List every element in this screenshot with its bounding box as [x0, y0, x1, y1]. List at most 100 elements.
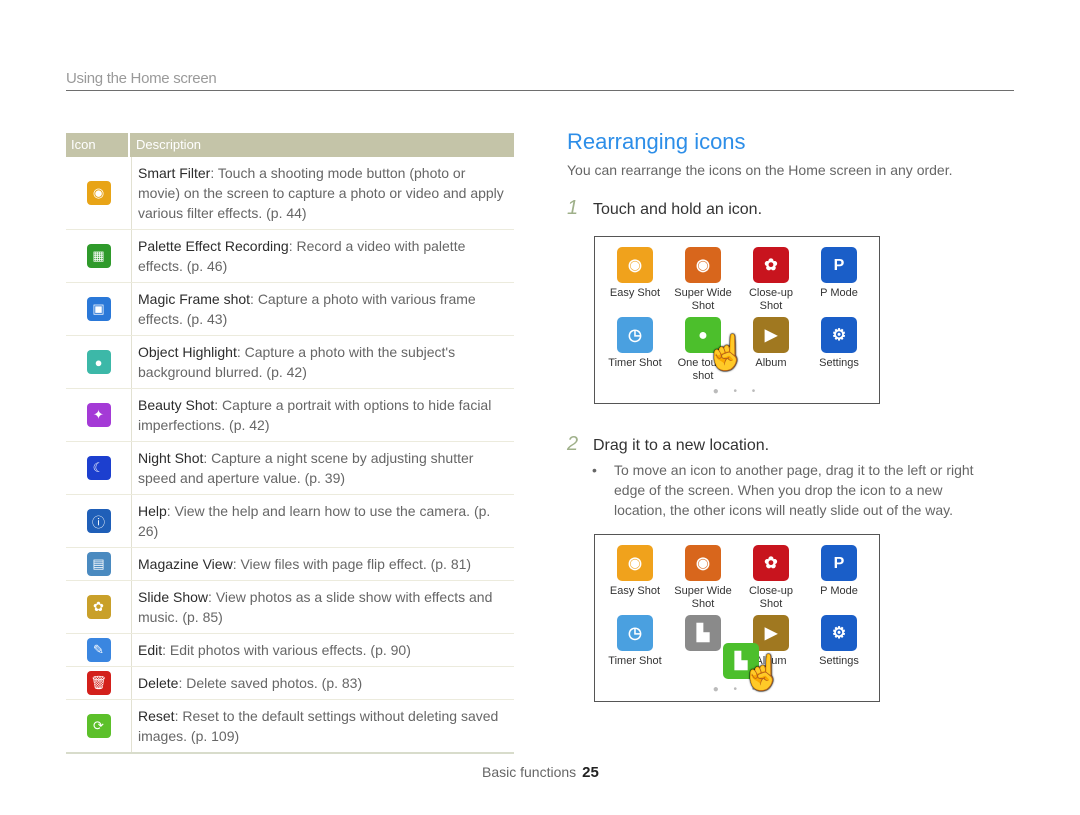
home-app-tile[interactable]: ◉ Super Wide Shot [669, 247, 737, 313]
home-app-tile[interactable]: ◷ Timer Shot [601, 317, 669, 370]
feature-name: Beauty Shot [138, 397, 215, 413]
home-app-tile[interactable]: ✿ Close-up Shot [737, 545, 805, 611]
reset-icon: ⟳ [86, 714, 111, 738]
night-shot-icon: ☾ [86, 456, 111, 480]
description-cell: Magic Frame shot: Capture a photo with v… [132, 283, 514, 335]
app-icon: ✿ [753, 247, 789, 283]
table-row: ⓘ Help: View the help and learn how to us… [66, 495, 514, 548]
edit-icon: ✎ [86, 638, 111, 662]
app-label: Easy Shot [609, 287, 661, 299]
app-icon: P [821, 247, 857, 283]
app-label: Super Wide Shot [674, 287, 732, 312]
feature-name: Smart Filter [138, 165, 211, 181]
description-cell: Help: View the help and learn how to use… [132, 495, 514, 547]
magazine-view-icon: ▤ [86, 552, 111, 576]
table-row: ✿ Slide Show: View photos as a slide show… [66, 581, 514, 634]
page-indicator: ● • • [712, 386, 762, 397]
app-label: Settings [819, 655, 859, 667]
icon-cell: ▣ [66, 283, 132, 335]
page-footer: Basic functions 25 [482, 764, 599, 781]
step-text: Drag it to a new location. [593, 437, 770, 454]
home-app-tile[interactable]: ✿ Close-up Shot [737, 247, 805, 313]
home-app-tile[interactable]: ⚙ Settings [805, 615, 873, 668]
app-icon: ▶ [753, 317, 789, 353]
table-row: ▦ Palette Effect Recording: Record a vide… [66, 230, 514, 283]
icon-cell: ✎ [66, 634, 132, 666]
app-label: Easy Shot [609, 585, 661, 597]
header-icon: Icon [66, 133, 130, 157]
app-label: Settings [819, 357, 859, 369]
bullet-text: To move an icon to another page, drag it… [614, 462, 974, 518]
table-row: 🗑 Delete: Delete saved photos. (p. 83) [66, 667, 514, 700]
description-cell: Slide Show: View photos as a slide show … [132, 581, 514, 633]
home-app-tile[interactable]: ⚙ Settings [805, 317, 873, 370]
table-row: ● Object Highlight: Capture a photo with … [66, 336, 514, 389]
touch-hand-icon: ☝ [741, 654, 784, 692]
app-icon: ⚙ [821, 615, 857, 651]
feature-name: Edit [138, 642, 163, 658]
icon-cell: ✿ [66, 581, 132, 633]
app-label: P Mode [820, 585, 858, 597]
feature-name: Palette Effect Recording [138, 238, 289, 254]
page-number: 25 [582, 764, 599, 781]
table-header: Icon Description [66, 133, 514, 157]
home-screen-illustration-2: ◉ Easy Shot ◉ Super Wide Shot ✿ Close-up Shot… [594, 534, 880, 702]
feature-name: Object Highlight [138, 344, 237, 360]
icon-cell: ● [66, 336, 132, 388]
description-cell: Reset: Reset to the default settings wit… [132, 700, 514, 752]
app-label: Close-up Shot [748, 287, 794, 312]
app-icon: ✿ [753, 545, 789, 581]
palette-effect-recording-icon: ▦ [86, 244, 111, 268]
beauty-shot-icon: ✦ [86, 403, 111, 427]
description-cell: Edit: Edit photos with various effects. … [132, 634, 514, 666]
slide-show-icon: ✿ [86, 595, 111, 619]
feature-description: : Reset to the default settings without … [138, 708, 499, 744]
app-icon: ▙ [685, 615, 721, 651]
feature-name: Delete [138, 675, 179, 691]
home-screen-illustration-1: ◉ Easy Shot ◉ Super Wide Shot ✿ Close-up Shot… [594, 236, 880, 404]
icon-cell: ✦ [66, 389, 132, 441]
delete-trash-icon: 🗑 [86, 671, 111, 695]
table-row: ▤ Magazine View: View files with page fli… [66, 548, 514, 581]
icon-cell: ▦ [66, 230, 132, 282]
header-description: Description [136, 137, 202, 152]
app-label: Timer Shot [608, 655, 662, 667]
icon-cell: ▤ [66, 548, 132, 580]
help-guide-book-icon: ⓘ [86, 509, 111, 533]
smart-filter-icon: ◉ [86, 181, 111, 205]
app-icon: ◷ [617, 317, 653, 353]
step-number: 1 [567, 197, 579, 219]
feature-description: : Delete saved photos. (p. 83) [178, 675, 363, 691]
app-icon: ◉ [685, 247, 721, 283]
home-app-tile[interactable]: ◉ Easy Shot [601, 545, 669, 598]
page-indicator: ● • • [712, 684, 762, 695]
app-label: Super Wide Shot [674, 585, 732, 610]
table-row: ⟳ Reset: Reset to the default settings wi… [66, 700, 514, 754]
home-app-tile[interactable]: P P Mode [805, 545, 873, 598]
rearranging-intro: You can rearrange the icons on the Home … [567, 162, 953, 178]
table-row: ▣ Magic Frame shot: Capture a photo with … [66, 283, 514, 336]
step-2: 2 Drag it to a new location. [567, 433, 769, 456]
feature-name: Magic Frame shot [138, 291, 251, 307]
home-app-tile[interactable]: ◉ Super Wide Shot [669, 545, 737, 611]
feature-name: Slide Show [138, 589, 209, 605]
feature-description: : View the help and learn how to use the… [138, 503, 491, 539]
section-divider [66, 90, 1014, 91]
home-app-tile[interactable]: ◉ Easy Shot [601, 247, 669, 300]
step-number: 2 [567, 433, 579, 455]
step-1: 1 Touch and hold an icon. [567, 197, 762, 220]
feature-name: Help [138, 503, 167, 519]
table-row: ✦ Beauty Shot: Capture a portrait with op… [66, 389, 514, 442]
app-icon: ◉ [617, 247, 653, 283]
app-label: Close-up Shot [748, 585, 794, 610]
feature-name: Magazine View [138, 556, 233, 572]
icon-description-table: Icon Description ◉ Smart Filter: Touch a … [66, 133, 514, 754]
home-app-tile[interactable]: P P Mode [805, 247, 873, 300]
description-cell: Beauty Shot: Capture a portrait with opt… [132, 389, 514, 441]
icon-cell: ⓘ [66, 495, 132, 547]
app-icon: ⚙ [821, 317, 857, 353]
feature-description: : View files with page flip effect. (p. … [232, 556, 472, 572]
icon-cell: ◉ [66, 157, 132, 229]
home-app-tile[interactable]: ◷ Timer Shot [601, 615, 669, 668]
description-cell: Magazine View: View files with page flip… [132, 548, 514, 580]
